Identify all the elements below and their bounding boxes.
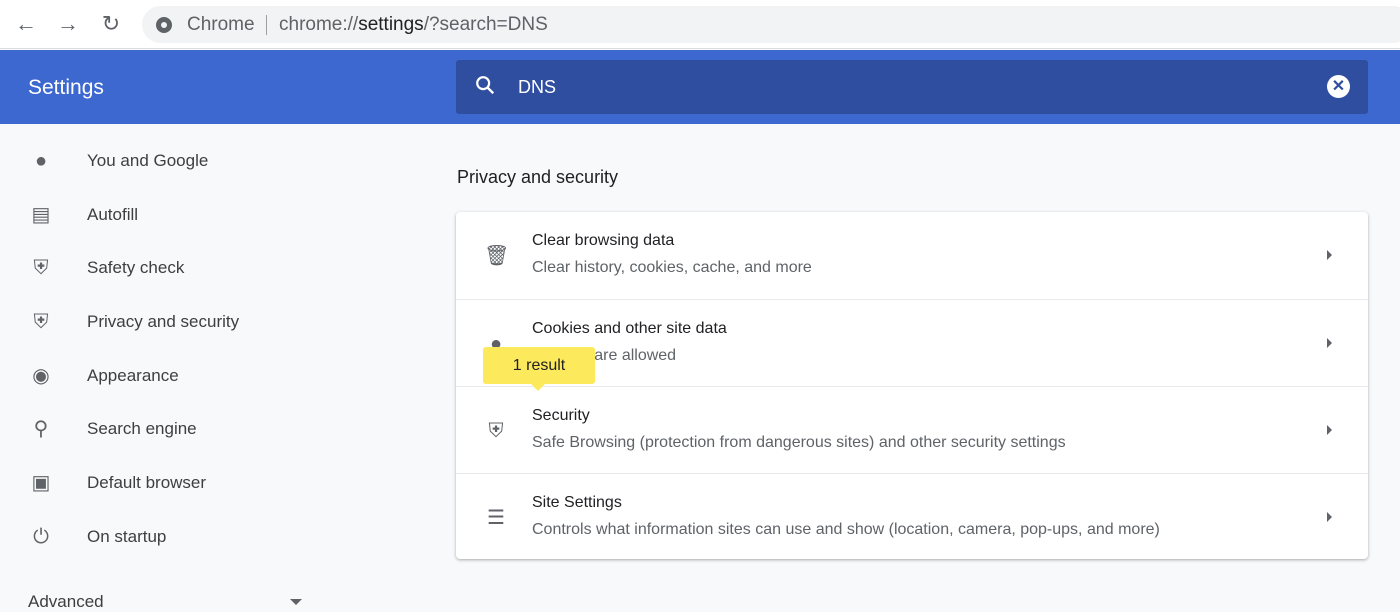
sidebar-item-search-engine[interactable]: ⚲ Search engine [0,409,330,449]
browser-toolbar: ← → ↻ Chrome chrome://settings/?search=D… [0,0,1400,49]
settings-header: Settings DNS ✕ [0,50,1400,124]
page-title: Settings [28,76,104,99]
back-icon[interactable]: ← [12,10,40,38]
sliders-icon: ☰ [487,507,505,529]
settings-search[interactable]: DNS ✕ [456,60,1368,114]
forward-icon[interactable]: → [54,10,82,38]
clipboard-icon: ▤ [31,204,51,226]
palette-icon: ◉ [32,365,50,387]
search-icon: ⚲ [33,418,49,440]
sidebar-item-safety-check[interactable]: ⛨ Safety check [0,248,330,288]
arrow-right-icon [1327,512,1332,522]
shield-icon: ⛨ [488,420,504,442]
reload-icon[interactable]: ↻ [97,10,125,38]
sidebar-advanced[interactable]: Advanced [28,592,104,612]
search-icon [476,76,495,95]
row-site-settings[interactable]: ☰ Site Settings Controls what information … [456,473,1368,560]
site-chip-label: Chrome [187,14,255,35]
arrow-right-icon [1327,250,1332,260]
arrow-right-icon [1327,425,1332,435]
power-icon: ⏻ [33,526,49,548]
clear-search-icon[interactable]: ✕ [1327,75,1350,98]
address-bar[interactable]: Chrome chrome://settings/?search=DNS [142,6,1400,43]
sidebar-item-you-and-google[interactable]: ● You and Google [0,141,330,181]
row-clear-browsing-data[interactable]: 🗑 Clear browsing data Clear history, cooki… [456,212,1368,299]
search-input[interactable]: DNS [518,77,556,98]
arrow-right-icon [1327,338,1332,348]
shield-check-icon: ⛨ [33,257,49,279]
person-icon: ● [34,150,48,172]
divider [266,15,267,35]
trash-icon: 🗑 [484,245,510,267]
section-title: Privacy and security [457,167,619,187]
chevron-down-icon[interactable] [290,599,302,605]
sidebar-item-on-startup[interactable]: ⏻ On startup [0,517,330,557]
shield-icon: ⛨ [33,311,49,333]
browser-icon: ▣ [31,472,51,494]
url-text: chrome://settings/?search=DNS [279,14,548,35]
sidebar-item-autofill[interactable]: ▤ Autofill [0,195,330,235]
row-security[interactable]: ⛨ Security Safe Browsing (protection from … [456,386,1368,473]
search-result-bubble: 1 result [483,347,595,391]
sidebar-item-default-browser[interactable]: ▣ Default browser [0,463,330,503]
sidebar-item-appearance[interactable]: ◉ Appearance [0,356,330,396]
sidebar-item-privacy[interactable]: ⛨ Privacy and security [0,302,330,342]
chrome-icon [156,17,172,33]
privacy-card: 🗑 Clear browsing data Clear history, cooki… [456,212,1368,559]
